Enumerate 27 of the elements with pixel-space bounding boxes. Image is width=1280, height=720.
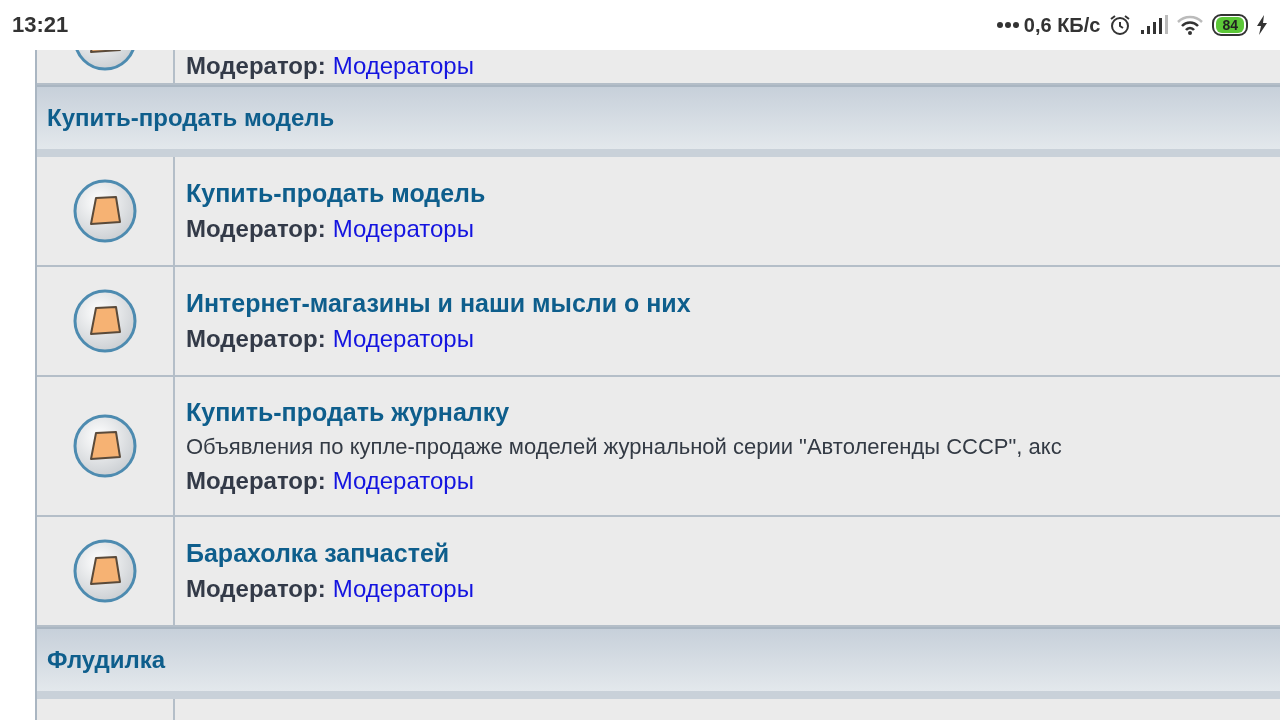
moderator-label: Модератор: xyxy=(186,52,326,80)
battery-level: 84 xyxy=(1216,17,1244,33)
moderator-label: Модератор: xyxy=(186,466,326,495)
category-title[interactable]: Купить-продать модель xyxy=(47,104,335,132)
forum-title-link[interactable]: Купить-продать журналку xyxy=(186,397,510,427)
forum-icon xyxy=(72,178,138,244)
notification-dots-icon xyxy=(995,21,1020,29)
moderators-link[interactable]: Модераторы xyxy=(332,466,474,495)
moderators-link[interactable]: Модераторы xyxy=(332,215,474,243)
forum-icon xyxy=(72,538,138,604)
moderators-link[interactable]: Модераторы xyxy=(332,52,474,80)
forum-title-link[interactable]: Интернет-магазины и наши мысли о них xyxy=(186,289,691,318)
network-speed: 0,6 КБ/с xyxy=(1023,13,1101,37)
moderators-link[interactable]: Модераторы xyxy=(332,575,474,603)
moderator-label: Модератор: xyxy=(186,215,326,243)
forum-description: Объявления по купле-продаже моделей журнальной серии "Автолегенды СССР", акс xyxy=(186,433,1062,460)
wifi-icon xyxy=(1176,14,1205,36)
forum-title-link[interactable]: Барахолка запчастей xyxy=(186,539,450,568)
forum-icon xyxy=(72,288,138,354)
clock-time: 13:21 xyxy=(12,12,69,38)
moderator-label: Модератор: xyxy=(186,575,326,603)
forum-title-link[interactable]: Купить-продать модель xyxy=(186,179,486,208)
signal-icon xyxy=(1140,15,1169,35)
forum-icon xyxy=(72,413,138,479)
category-title[interactable]: Флудилка xyxy=(47,646,166,674)
moderators-link[interactable]: Модераторы xyxy=(332,325,474,353)
moderator-label: Модератор: xyxy=(186,325,326,353)
